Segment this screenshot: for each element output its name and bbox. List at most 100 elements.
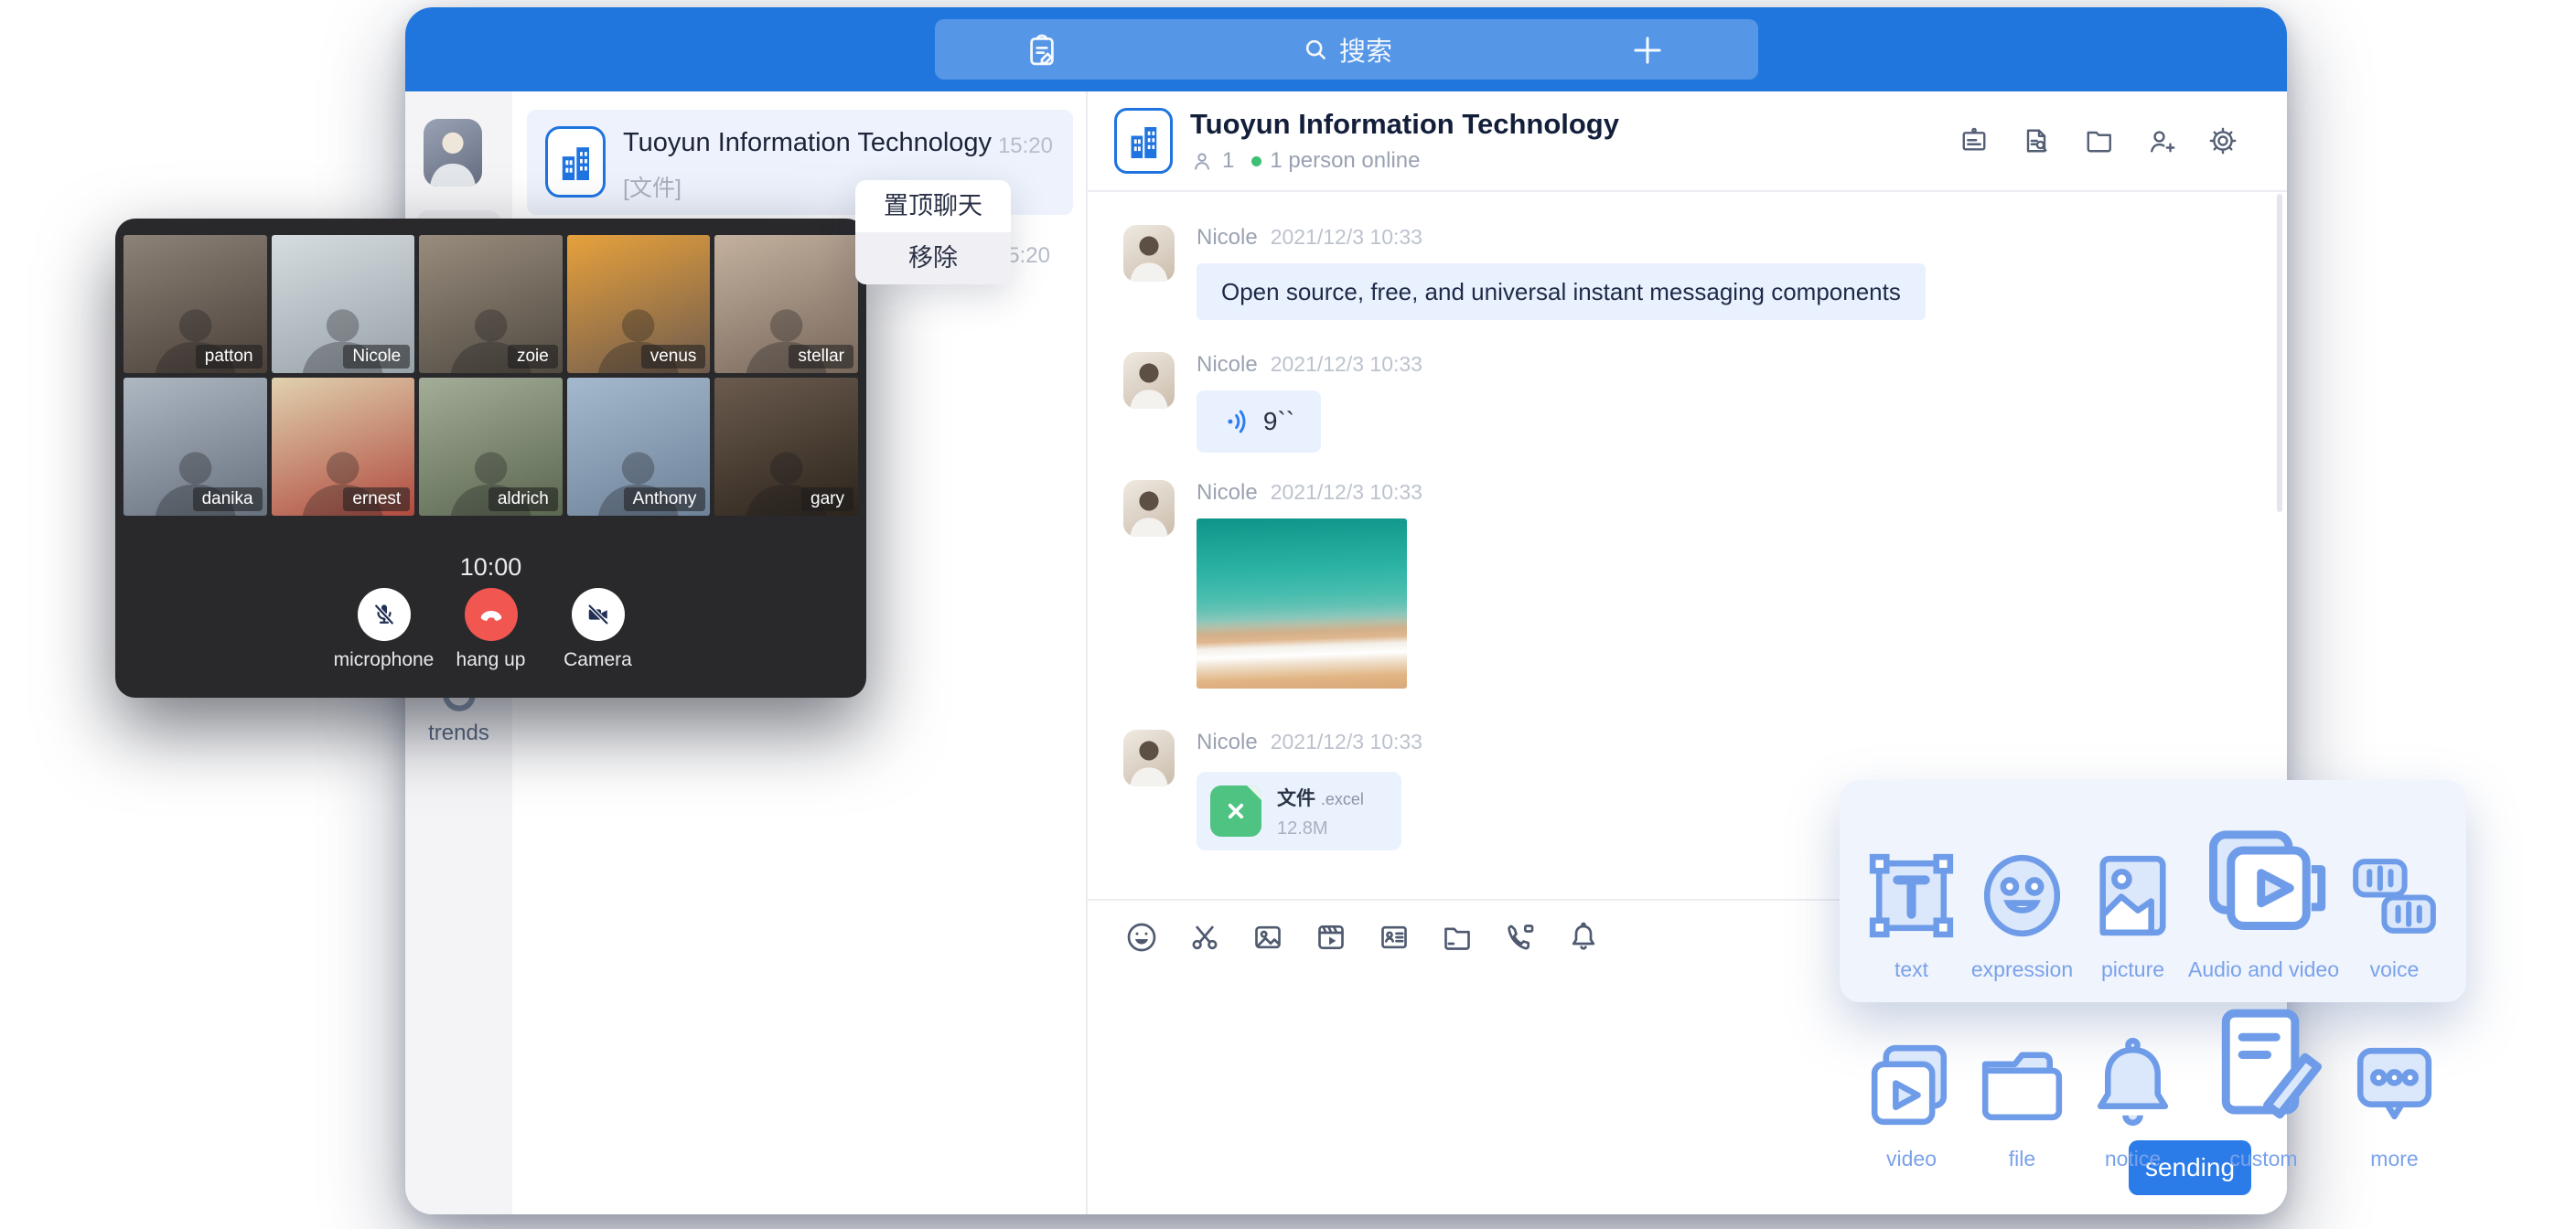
- message-scrollbar[interactable]: [2277, 194, 2282, 512]
- participant-tile[interactable]: stellar: [714, 235, 858, 373]
- emoji-icon[interactable]: [1123, 919, 1160, 956]
- search-placeholder: 搜索: [1339, 30, 1392, 69]
- panel-item-notice[interactable]: notice: [2077, 989, 2188, 1171]
- microphone-off-icon[interactable]: [358, 588, 411, 641]
- participant-tile[interactable]: Anthony: [567, 378, 711, 516]
- call-icon[interactable]: [1502, 919, 1539, 956]
- sender-avatar[interactable]: [1123, 225, 1175, 282]
- participant-tile[interactable]: ernest: [272, 378, 415, 516]
- online-dot: [1251, 156, 1261, 166]
- conversation-time: 15:20: [998, 134, 1053, 159]
- menu-item-pin-chat[interactable]: 置顶聊天: [855, 180, 1011, 232]
- participant-name: Nicole: [343, 345, 410, 369]
- settings-icon[interactable]: [2206, 124, 2239, 157]
- trends-label: trends: [405, 721, 512, 746]
- context-menu: 置顶聊天 移除: [855, 180, 1011, 284]
- camera-off-icon[interactable]: [572, 588, 625, 641]
- members-icon: [1190, 149, 1214, 173]
- contact-card-icon[interactable]: [1376, 919, 1412, 956]
- camera-control[interactable]: Camera: [548, 588, 649, 671]
- group-avatar: [1114, 108, 1173, 174]
- microphone-control[interactable]: microphone: [334, 588, 435, 671]
- participant-name: patton: [196, 345, 263, 369]
- chat-title: Tuoyun Information Technology: [1190, 108, 1619, 141]
- message-type-panel: text expression picture Audio and video: [1840, 780, 2466, 1002]
- sender-name: Nicole: [1197, 225, 1258, 251]
- control-label: hang up: [441, 649, 542, 671]
- add-member-icon[interactable]: [2144, 124, 2177, 157]
- conversation-last-message: [文件]: [623, 170, 682, 203]
- video-icon: [1856, 1030, 1967, 1140]
- participant-tile[interactable]: gary: [714, 378, 858, 516]
- participant-tile[interactable]: danika: [123, 378, 267, 516]
- group-avatar: [545, 126, 606, 198]
- composer-toolbar: [1123, 919, 1602, 956]
- participant-tile[interactable]: Nicole: [272, 235, 415, 373]
- participant-name: venus: [641, 345, 706, 369]
- audio-video-icon: [2188, 800, 2339, 951]
- participant-name: Anthony: [624, 487, 706, 511]
- participant-tile[interactable]: patton: [123, 235, 267, 373]
- message-row: Nicole 2021/12/3 10:33 9``: [1123, 352, 1422, 453]
- hang-up-control[interactable]: hang up: [441, 588, 542, 671]
- panel-item-more[interactable]: more: [2339, 989, 2450, 1171]
- hang-up-icon[interactable]: [465, 588, 518, 641]
- file-ext: .excel: [1321, 790, 1364, 808]
- panel-item-picture[interactable]: picture: [2077, 800, 2188, 982]
- building-icon: [1126, 122, 1161, 160]
- building-icon: [557, 142, 594, 182]
- current-user-avatar[interactable]: [424, 119, 482, 187]
- participant-name: danika: [193, 487, 263, 511]
- add-icon[interactable]: [1628, 31, 1667, 69]
- video-clip-icon[interactable]: [1313, 919, 1349, 956]
- file-icon[interactable]: [1439, 919, 1476, 956]
- participant-tile[interactable]: zoie: [419, 235, 563, 373]
- panel-item-expression[interactable]: expression: [1967, 800, 2077, 982]
- participant-tile[interactable]: aldrich: [419, 378, 563, 516]
- voice-icon: [2339, 840, 2450, 951]
- search-icon: [1301, 35, 1330, 64]
- expression-icon: [1967, 840, 2077, 951]
- sender-name: Nicole: [1197, 730, 1258, 755]
- panel-item-audio-video[interactable]: Audio and video: [2188, 800, 2339, 982]
- call-timer: 10:00: [115, 553, 866, 582]
- image-message[interactable]: [1197, 518, 1407, 689]
- control-label: Camera: [548, 649, 649, 671]
- chat-subtitle: 1 1 person online: [1190, 148, 1420, 174]
- panel-item-text[interactable]: text: [1856, 800, 1967, 982]
- file-folder-icon: [1967, 1030, 2077, 1140]
- notice-icon: [2077, 1030, 2188, 1140]
- sender-avatar[interactable]: [1123, 730, 1175, 786]
- voice-message-bubble[interactable]: 9``: [1197, 390, 1321, 453]
- participant-name: gary: [801, 487, 853, 511]
- search-history-icon[interactable]: [2020, 124, 2053, 157]
- menu-item-remove[interactable]: 移除: [855, 232, 1011, 284]
- participant-tile[interactable]: venus: [567, 235, 711, 373]
- custom-icon: [2188, 989, 2339, 1140]
- screenshot-icon[interactable]: [1186, 919, 1223, 956]
- message-time: 2021/12/3 10:33: [1271, 730, 1422, 754]
- call-controls: microphone hang up Camera: [115, 588, 866, 671]
- text-message-bubble[interactable]: Open source, free, and universal instant…: [1197, 263, 1926, 320]
- image-icon[interactable]: [1250, 919, 1286, 956]
- participant-grid: patton Nicole zoie venus stellar danika …: [123, 235, 858, 516]
- notification-icon[interactable]: [1565, 919, 1602, 956]
- message-row: Nicole 2021/12/3 10:33: [1123, 480, 1422, 689]
- picture-icon: [2077, 840, 2188, 951]
- conversation-title: Tuoyun Information Technology: [623, 128, 992, 158]
- sender-name: Nicole: [1197, 480, 1258, 506]
- excel-file-icon: [1210, 785, 1261, 837]
- folder-icon[interactable]: [2082, 124, 2115, 157]
- panel-item-video[interactable]: video: [1856, 989, 1967, 1171]
- announcement-icon[interactable]: [1958, 124, 1991, 157]
- control-label: microphone: [334, 649, 435, 671]
- participant-name: zoie: [508, 345, 558, 369]
- file-message-card[interactable]: 文件 .excel 12.8M: [1197, 772, 1401, 850]
- search-bar[interactable]: 搜索: [935, 19, 1758, 80]
- sender-avatar[interactable]: [1123, 480, 1175, 537]
- sender-avatar[interactable]: [1123, 352, 1175, 409]
- chat-header-actions: [1958, 124, 2239, 157]
- panel-item-file[interactable]: file: [1967, 989, 2077, 1171]
- panel-item-voice[interactable]: voice: [2339, 800, 2450, 982]
- panel-item-custom[interactable]: custom: [2188, 989, 2339, 1171]
